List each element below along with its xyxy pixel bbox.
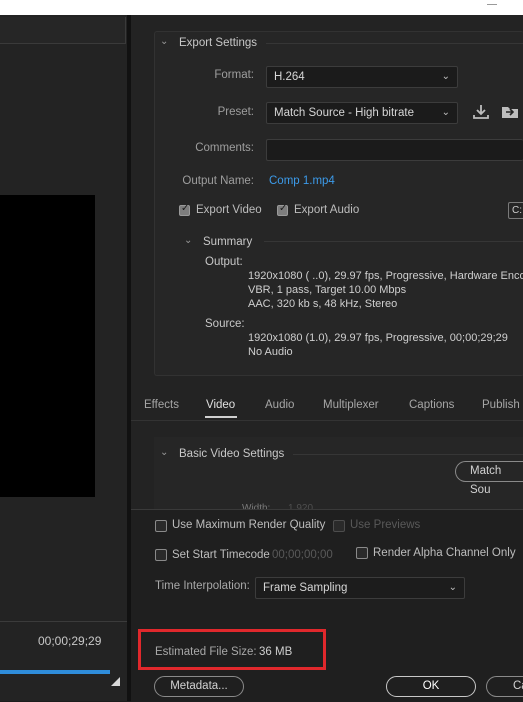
source-line-1: 1920x1080 (1.0), 29.97 fps, Progressive,… [248, 332, 508, 344]
chevron-down-icon[interactable]: ⌄ [184, 235, 192, 246]
chevron-down-icon[interactable]: ⌄ [160, 447, 168, 458]
divider [266, 43, 523, 44]
width-value: 1,920 [288, 503, 314, 509]
time-interpolation-label: Time Interpolation: [155, 580, 250, 592]
format-label: Format: [214, 69, 254, 81]
import-preset-icon[interactable] [500, 103, 520, 120]
max-render-quality-checkbox[interactable] [155, 520, 167, 532]
render-options-panel [131, 509, 523, 702]
output-line-2: VBR, 1 pass, Target 10.00 Mbps [248, 284, 407, 296]
output-line-3: AAC, 320 kb s, 48 kHz, Stereo [248, 298, 398, 310]
export-video-checkbox[interactable] [179, 203, 190, 216]
chevron-down-icon: ⌄ [441, 107, 450, 118]
format-dropdown[interactable]: H.264 ⌄ [266, 66, 458, 88]
output-name-link[interactable]: Comp 1.mp4 [269, 175, 335, 187]
start-timecode-checkbox[interactable] [155, 549, 167, 561]
preset-dropdown[interactable]: Match Source - High bitrate ⌄ [266, 102, 458, 124]
chevron-down-icon: ⌄ [441, 71, 450, 82]
export-settings-heading: Export Settings [179, 37, 257, 49]
divider [264, 241, 523, 242]
match-source-button[interactable]: Match Sou [455, 461, 523, 496]
highlight-box [138, 629, 326, 670]
cancel-button[interactable]: Ca [486, 676, 523, 697]
source-label: Source: [205, 318, 245, 330]
source-line-2: No Audio [248, 346, 293, 358]
time-interpolation-value: Frame Sampling [263, 582, 348, 594]
metadata-button[interactable]: Metadata... [154, 676, 244, 697]
width-label: Width: [242, 503, 271, 509]
preset-label: Preset: [217, 106, 254, 118]
render-alpha-label: Render Alpha Channel Only [373, 547, 516, 559]
video-preview [0, 195, 95, 497]
divider [0, 621, 127, 622]
summary-heading: Summary [203, 236, 253, 248]
format-value: H.264 [274, 71, 305, 83]
active-tab-indicator [205, 416, 237, 418]
preset-value: Match Source - High bitrate [274, 107, 414, 119]
out-point-handle[interactable] [111, 677, 120, 686]
preview-tab-bar[interactable] [0, 17, 126, 44]
time-interpolation-dropdown[interactable]: Frame Sampling ⌄ [255, 577, 465, 599]
render-alpha-checkbox[interactable] [356, 547, 368, 559]
divider [293, 454, 523, 455]
tab-audio[interactable]: Audio [265, 399, 294, 411]
duration-timecode: 00;00;29;29 [38, 634, 102, 648]
basic-video-settings-heading: Basic Video Settings [179, 448, 285, 460]
save-preset-icon[interactable] [472, 104, 490, 120]
tab-publish[interactable]: Publish [482, 399, 520, 411]
queue-button[interactable]: C: [508, 202, 523, 219]
use-previews-label: Use Previews [350, 519, 421, 531]
tab-effects[interactable]: Effects [144, 399, 179, 411]
window-title-bar [0, 0, 523, 15]
tab-multiplexer[interactable]: Multiplexer [323, 399, 379, 411]
output-label: Output: [205, 256, 243, 268]
tab-captions[interactable]: Captions [409, 399, 454, 411]
export-audio-checkbox[interactable] [277, 203, 288, 216]
timeline-scrub-bar[interactable] [0, 670, 110, 674]
comments-input[interactable] [266, 139, 523, 161]
use-previews-checkbox [333, 520, 345, 532]
output-line-1: 1920x1080 ( ..0), 29.97 fps, Progressive… [248, 270, 523, 282]
start-timecode-label: Set Start Timecode [172, 549, 270, 561]
tab-video[interactable]: Video [206, 399, 235, 411]
chevron-down-icon[interactable]: ⌄ [160, 36, 168, 47]
chevron-down-icon: ⌄ [448, 582, 457, 593]
ok-button[interactable]: OK [386, 676, 476, 697]
max-render-quality-label: Use Maximum Render Quality [172, 519, 326, 531]
comments-label: Comments: [195, 142, 254, 154]
minimize-icon[interactable] [487, 0, 497, 5]
export-video-label: Export Video [196, 204, 262, 216]
export-audio-label: Export Audio [294, 204, 360, 216]
start-timecode-value: 00;00;00;00 [272, 549, 333, 561]
output-name-label: Output Name: [182, 175, 254, 187]
